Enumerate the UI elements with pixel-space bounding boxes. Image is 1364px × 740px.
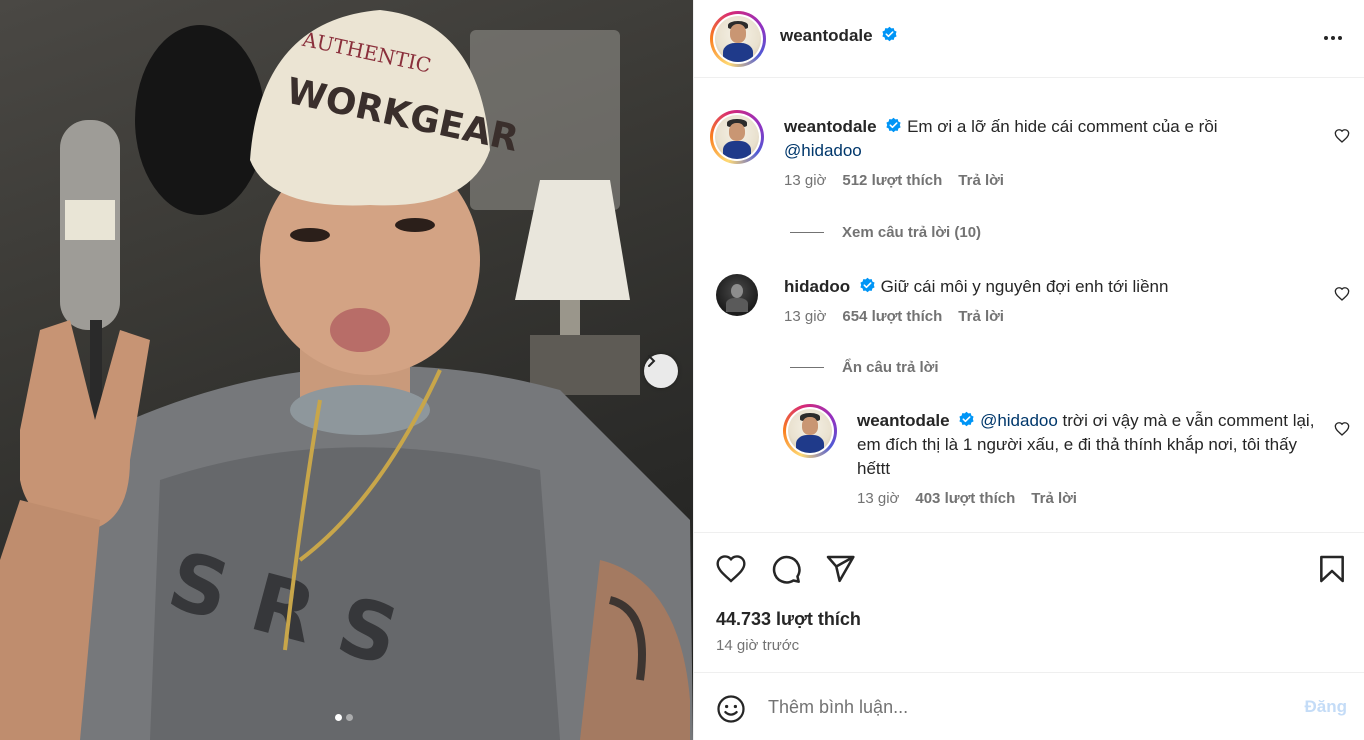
- comment-meta: 13 giờ 512 lượt thích Trả lời: [784, 172, 1284, 189]
- comment-likes[interactable]: 512 lượt thích: [842, 172, 942, 189]
- comment-likes[interactable]: 654 lượt thích: [842, 308, 942, 325]
- photo-illustration: S R S WORKGEAR AUTHENTIC: [0, 10, 693, 740]
- comment-icon[interactable]: [770, 553, 802, 585]
- comment-like-icon[interactable]: [1334, 128, 1350, 144]
- verified-badge-icon: [886, 117, 901, 133]
- verified-badge-icon: [882, 26, 897, 42]
- view-replies-button[interactable]: Xem câu trả lời (10): [790, 224, 981, 241]
- comment-input[interactable]: [768, 693, 1268, 721]
- post-side-panel: weantodale weantodale Em ơi a lỡ ấn hide…: [693, 0, 1364, 740]
- bookmark-icon[interactable]: [1316, 553, 1348, 585]
- next-photo-button[interactable]: [644, 354, 678, 388]
- carousel-dot-active: [335, 714, 342, 721]
- comment-text: weantodale Em ơi a lỡ ấn hide cái commen…: [784, 115, 1284, 163]
- post-timestamp[interactable]: 14 giờ trước: [716, 637, 799, 654]
- more-horizontal-icon[interactable]: [1321, 26, 1345, 50]
- reply-mention[interactable]: @hidadoo: [980, 411, 1058, 430]
- post-actions: 44.733 lượt thích 14 giờ trước: [694, 532, 1364, 672]
- author-avatar[interactable]: [710, 11, 766, 67]
- comment-username[interactable]: weantodale: [784, 117, 877, 136]
- comment-body: Em ơi a lỡ ấn hide cái comment của e rồi: [907, 117, 1218, 136]
- reply-meta: 13 giờ 403 lượt thích Trả lời: [857, 490, 1317, 507]
- comments-list: weantodale Em ơi a lỡ ấn hide cái commen…: [694, 78, 1364, 532]
- chevron-right-icon: [648, 355, 656, 367]
- reply-text: weantodale @hidadoo trời ơi vậy mà e vẫn…: [857, 409, 1317, 481]
- comment-like-icon[interactable]: [1334, 421, 1350, 437]
- send-icon[interactable]: [824, 553, 856, 585]
- comment-username[interactable]: hidadoo: [784, 277, 850, 296]
- post-comment-button[interactable]: Đăng: [1305, 697, 1348, 717]
- smiley-icon[interactable]: [716, 694, 746, 724]
- reply-avatar[interactable]: [783, 404, 837, 458]
- comment-mention[interactable]: @hidadoo: [784, 141, 862, 160]
- carousel-dots: [335, 714, 353, 721]
- comment-body: Giữ cái môi y nguyên đợi enh tới liềnn: [880, 277, 1169, 296]
- comment-text: hidadoo Giữ cái môi y nguyên đợi enh tới…: [784, 275, 1284, 299]
- carousel-dot: [346, 714, 353, 721]
- reply-time[interactable]: 13 giờ: [857, 490, 899, 507]
- comment-avatar[interactable]: [710, 110, 764, 164]
- reply-button[interactable]: Trả lời: [958, 308, 1004, 325]
- reply-likes[interactable]: 403 lượt thích: [915, 490, 1015, 507]
- reply-username[interactable]: weantodale: [857, 411, 950, 430]
- reply-button[interactable]: Trả lời: [1031, 490, 1077, 507]
- reply-button[interactable]: Trả lời: [958, 172, 1004, 189]
- author-username[interactable]: weantodale: [780, 26, 873, 45]
- hide-replies-button[interactable]: Ẩn câu trả lời: [790, 359, 939, 376]
- comment-avatar[interactable]: [716, 274, 758, 316]
- verified-badge-icon: [959, 411, 974, 427]
- comment-composer: Đăng: [694, 672, 1364, 740]
- comment-like-icon[interactable]: [1334, 286, 1350, 302]
- heart-icon[interactable]: [715, 553, 747, 585]
- post-header: weantodale: [694, 0, 1364, 78]
- post-photo: S R S WORKGEAR AUTHENTIC: [0, 0, 693, 740]
- verified-badge-icon: [860, 277, 875, 293]
- comment-time[interactable]: 13 giờ: [784, 308, 826, 325]
- comment-meta: 13 giờ 654 lượt thích Trả lời: [784, 308, 1284, 325]
- comment-time[interactable]: 13 giờ: [784, 172, 826, 189]
- post-like-count[interactable]: 44.733 lượt thích: [716, 609, 861, 630]
